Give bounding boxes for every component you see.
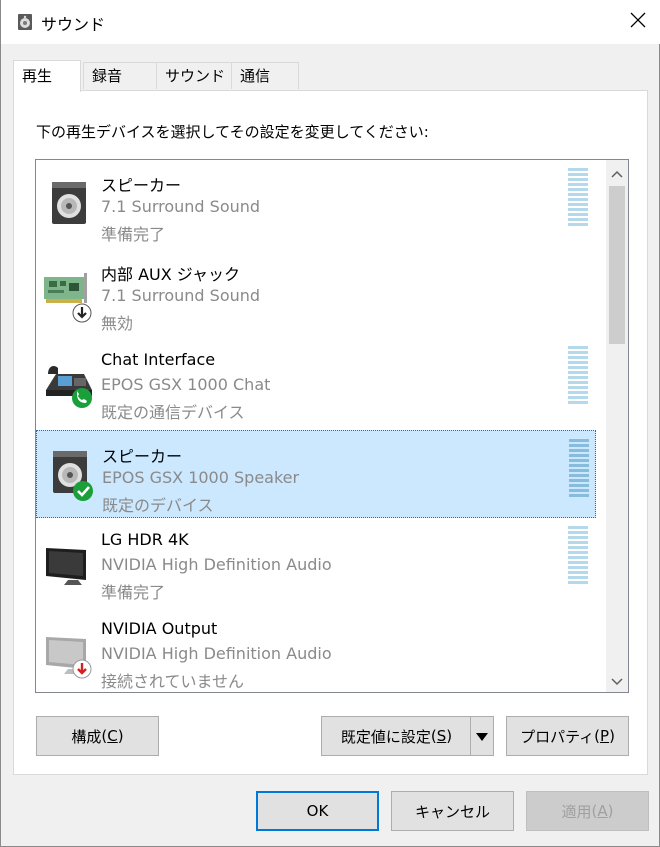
set-default-dropdown[interactable] <box>470 717 493 755</box>
monitor-icon <box>42 532 98 592</box>
device-name: 内部 AUX ジャック <box>101 265 240 284</box>
device-description: EPOS GSX 1000 Chat <box>101 375 271 394</box>
button-label: 適用 <box>561 802 592 821</box>
sound-dialog: サウンド 再生 録音 サウンド 通信 下の再生デバイスを選択してその設定を変更し… <box>0 0 660 847</box>
device-item[interactable]: LG HDR 4K NVIDIA High Definition Audio 準… <box>36 518 596 606</box>
apply-button[interactable]: 適用(A) <box>526 791 649 831</box>
tab-playback[interactable]: 再生 <box>13 60 81 92</box>
tab-recording[interactable]: 録音 <box>83 62 157 89</box>
access-key: A <box>597 802 608 820</box>
ok-button[interactable]: OK <box>256 791 379 831</box>
title-bar[interactable]: サウンド <box>1 0 660 44</box>
scroll-thumb[interactable] <box>609 186 625 344</box>
cancel-button[interactable]: キャンセル <box>391 791 514 831</box>
button-label: OK <box>306 802 329 820</box>
chevron-up-icon <box>611 163 623 182</box>
device-name: スピーカー <box>102 447 183 466</box>
access-key: P <box>600 727 610 745</box>
close-icon <box>630 12 646 32</box>
chevron-down-icon <box>611 671 623 690</box>
access-key: C <box>107 727 118 745</box>
speaker-icon <box>43 445 99 505</box>
button-label: 構成 <box>71 727 102 746</box>
instruction-text: 下の再生デバイスを選択してその設定を変更してください: <box>36 123 429 141</box>
dropdown-arrow-icon <box>476 727 488 745</box>
device-name: スピーカー <box>101 176 182 195</box>
playback-panel: 下の再生デバイスを選択してその設定を変更してください: スピーカー 7.1 Su… <box>13 90 648 775</box>
device-item[interactable]: スピーカー 7.1 Surround Sound 準備完了 <box>36 160 596 248</box>
device-description: 7.1 Surround Sound <box>101 286 261 305</box>
set-default-button[interactable]: 既定値に設定(S) <box>321 716 494 756</box>
scroll-down-button[interactable] <box>606 668 628 692</box>
button-label: キャンセル <box>414 802 490 821</box>
level-meter <box>568 346 588 406</box>
device-item[interactable]: 内部 AUX ジャック 7.1 Surround Sound 無効 <box>36 249 596 337</box>
device-item-selected[interactable]: スピーカー EPOS GSX 1000 Speaker 既定のデバイス <box>36 430 596 518</box>
speaker-icon <box>15 12 35 32</box>
device-item[interactable]: NVIDIA Output NVIDIA High Definition Aud… <box>36 607 596 692</box>
device-description: EPOS GSX 1000 Speaker <box>102 468 300 487</box>
device-name: Chat Interface <box>101 350 216 369</box>
tab-sounds[interactable]: サウンド <box>156 62 232 89</box>
level-meter <box>568 526 588 586</box>
speaker-icon <box>42 174 98 234</box>
level-meter <box>569 439 589 499</box>
vertical-scrollbar[interactable] <box>606 160 628 692</box>
device-item[interactable]: Chat Interface EPOS GSX 1000 Chat 既定の通信デ… <box>36 338 596 426</box>
device-name: LG HDR 4K <box>101 530 189 549</box>
telephone-icon <box>42 352 98 412</box>
device-status: 既定の通信デバイス <box>101 403 245 422</box>
button-label: 既定値に設定 <box>340 727 431 746</box>
configure-button[interactable]: 構成(C) <box>36 716 159 756</box>
sound-card-icon <box>42 263 98 323</box>
level-meter <box>568 168 588 228</box>
device-status: 準備完了 <box>101 583 166 602</box>
tab-label: 再生 <box>22 67 53 85</box>
device-status: 接続されていません <box>101 672 245 691</box>
close-button[interactable] <box>615 0 660 44</box>
scroll-up-button[interactable] <box>606 160 628 184</box>
monitor-icon <box>42 621 98 681</box>
device-status: 準備完了 <box>101 225 166 244</box>
tab-label: 通信 <box>240 67 271 85</box>
device-status: 無効 <box>101 314 134 333</box>
access-key: S <box>436 727 447 745</box>
button-label: プロパティ <box>520 727 595 746</box>
tab-label: サウンド <box>165 67 226 85</box>
device-name: NVIDIA Output <box>101 619 218 638</box>
device-description: 7.1 Surround Sound <box>101 197 261 216</box>
device-description: NVIDIA High Definition Audio <box>101 644 332 663</box>
device-status: 既定のデバイス <box>102 496 214 515</box>
properties-button[interactable]: プロパティ(P) <box>506 716 629 756</box>
device-description: NVIDIA High Definition Audio <box>101 555 332 574</box>
window-title: サウンド <box>41 15 106 34</box>
tab-communications[interactable]: 通信 <box>231 62 299 89</box>
tab-label: 録音 <box>92 67 123 85</box>
device-list[interactable]: スピーカー 7.1 Surround Sound 準備完了 内部 AUX ジャッ… <box>35 159 629 693</box>
